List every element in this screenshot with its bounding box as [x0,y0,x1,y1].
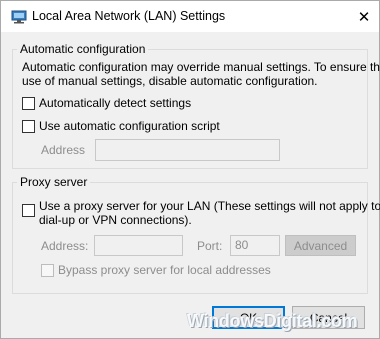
watermark: WindowsDigital.com [187,311,358,331]
proxy-port-label: Port: [197,239,223,253]
checkbox-box[interactable] [22,119,35,133]
checkbox-label: Automatically detect settings [39,96,192,110]
advanced-button[interactable]: Advanced [285,235,356,256]
close-button[interactable]: ✕ [349,1,379,32]
checkbox-label-line: dial-up or VPN connections). [39,213,192,227]
checkbox-box[interactable] [41,263,54,277]
script-address-label: Address [41,143,86,157]
checkbox-box[interactable] [22,204,35,217]
bypass-local-addresses-checkbox[interactable]: Bypass proxy server for local addresses [41,263,271,277]
use-proxy-server-checkbox[interactable]: Use a proxy server for your LAN (These s… [22,199,380,227]
checkbox-label: Use automatic configuration script [39,119,220,133]
description-line: use of manual settings, disable automati… [22,74,318,88]
title-bar: Local Area Network (LAN) Settings ✕ [1,1,379,32]
use-auto-config-script-checkbox[interactable]: Use automatic configuration script [22,119,220,133]
automatic-configuration-description: Automatic configuration may override man… [22,60,380,88]
proxy-address-label: Address: [41,239,89,253]
window-title: Local Area Network (LAN) Settings [32,9,226,23]
proxy-address-input[interactable] [94,235,183,256]
checkbox-label: Use a proxy server for your LAN (These s… [39,199,380,227]
checkbox-box[interactable] [22,96,35,110]
auto-detect-settings-checkbox[interactable]: Automatically detect settings [22,96,191,110]
group-legend-proxy-server: Proxy server [17,175,91,189]
script-address-input[interactable] [95,139,280,161]
description-line: Automatic configuration may override man… [22,60,380,74]
checkbox-label: Bypass proxy server for local addresses [58,263,271,277]
network-icon [11,10,27,24]
proxy-port-input[interactable]: 80 [230,235,280,256]
lan-settings-dialog: Local Area Network (LAN) Settings ✕ Auto… [0,0,380,339]
group-legend-automatic-configuration: Automatic configuration [17,42,149,56]
close-icon: ✕ [357,8,371,26]
checkbox-label-line: Use a proxy server for your LAN (These s… [39,199,380,213]
